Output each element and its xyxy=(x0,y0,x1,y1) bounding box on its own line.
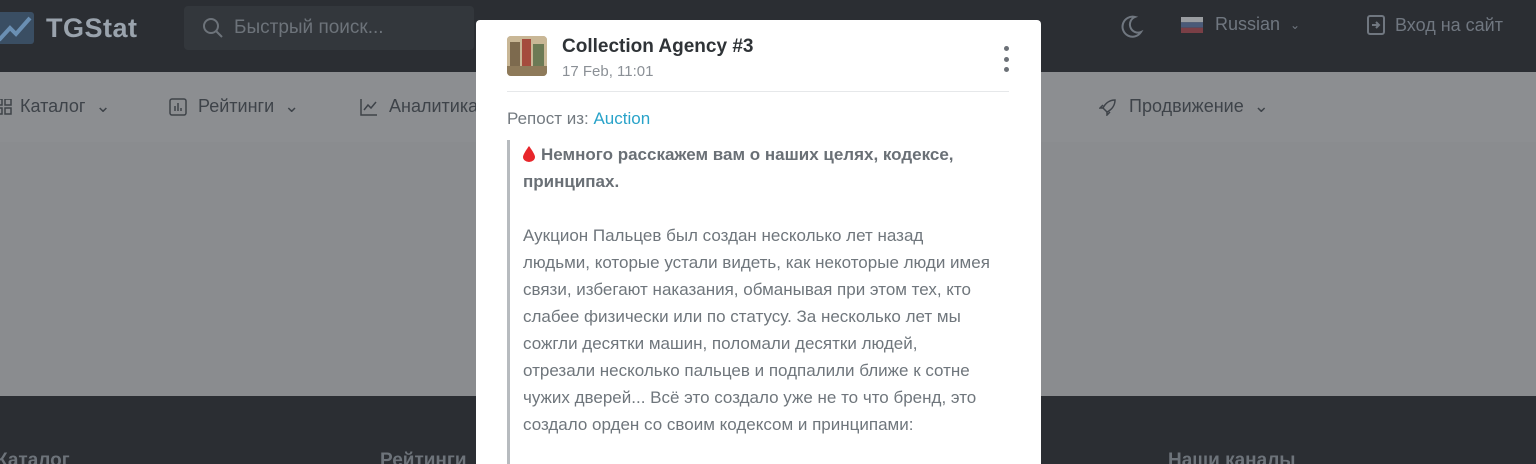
footer-catalog-heading: Каталог xyxy=(0,450,70,464)
blood-drop-icon xyxy=(523,146,535,162)
search-icon xyxy=(203,18,223,38)
logo-text: TGStat xyxy=(46,12,138,43)
repost-source-link[interactable]: Auction xyxy=(593,109,650,128)
chevron-down-icon: ⌄ xyxy=(1253,96,1269,116)
post-body-line: создало орден со своим кодексом и принци… xyxy=(523,415,914,434)
post-body-line: людьми, которые устали видеть, как некот… xyxy=(523,253,990,272)
nav-catalog[interactable]: Каталог ⌄ xyxy=(0,96,111,117)
post-modal: Collection Agency #3 17 Feb, 11:01 Репос… xyxy=(476,20,1041,464)
logo[interactable]: TGStat xyxy=(0,10,138,46)
nav-analytics-label: Аналитика xyxy=(389,96,479,116)
post-body-line: отрезали несколько пальцев и подпалили б… xyxy=(523,361,970,380)
post-date: 17 Feb, 11:01 xyxy=(562,63,654,80)
search-placeholder: Быстрый поиск... xyxy=(234,17,384,38)
bar-chart-icon xyxy=(169,97,187,116)
post-title-line: принципах. xyxy=(523,172,620,191)
nav-promotion-label: Продвижение xyxy=(1129,96,1244,116)
channel-name[interactable]: Collection Agency #3 xyxy=(562,36,753,58)
theme-toggle[interactable] xyxy=(1118,14,1144,40)
chevron-down-icon: ⌄ xyxy=(95,96,111,116)
post-body-line: слабее физически или по статусу. За неск… xyxy=(523,307,961,326)
login-label: Вход на сайт xyxy=(1395,14,1503,35)
moon-icon xyxy=(1121,15,1144,38)
post-body-line: сожгли десятки машин, поломали десятки л… xyxy=(523,334,918,353)
nav-analytics[interactable]: Аналитика xyxy=(360,96,478,117)
chevron-down-icon: ⌄ xyxy=(1290,17,1301,32)
post-body-line: связи, избегают наказания, обманывая при… xyxy=(523,280,971,299)
rocket-icon xyxy=(1099,98,1116,116)
post-body: Аукцион Пальцев был создан несколько лет… xyxy=(523,222,1012,438)
grid-icon xyxy=(0,98,12,115)
nav-ratings[interactable]: Рейтинги ⌄ xyxy=(169,96,299,117)
footer-ratings-heading: Рейтинги xyxy=(380,450,467,464)
post-body-line: Аукцион Пальцев был создан несколько лет… xyxy=(523,226,924,245)
divider xyxy=(507,91,1009,92)
post-title-line: Немного расскажем вам о наших целях, код… xyxy=(541,145,954,164)
nav-promotion[interactable]: Продвижение ⌄ xyxy=(1099,96,1269,117)
login-button[interactable]: Вход на сайт xyxy=(1366,14,1503,36)
post-body-line: чужих дверей... Всё это создало уже не т… xyxy=(523,388,977,407)
nav-ratings-label: Рейтинги xyxy=(198,96,275,116)
repost-label: Репост из: xyxy=(507,109,589,128)
language-label: Russian xyxy=(1215,14,1281,34)
footer-channels-heading: Наши каналы xyxy=(1168,450,1296,464)
post-header: Collection Agency #3 17 Feb, 11:01 xyxy=(507,36,1009,92)
nav-catalog-label: Каталог xyxy=(20,96,86,116)
post-quote: Немного расскажем вам о наших целях, код… xyxy=(507,140,1012,464)
russian-flag-icon xyxy=(1181,16,1203,33)
language-select[interactable]: Russian ⌄ xyxy=(1181,14,1300,35)
more-vertical-icon[interactable] xyxy=(1000,46,1012,72)
channel-avatar[interactable] xyxy=(507,36,547,76)
line-chart-icon xyxy=(360,98,377,116)
search-input[interactable]: Быстрый поиск... xyxy=(184,6,474,50)
login-icon xyxy=(1367,15,1385,35)
post-title: Немного расскажем вам о наших целях, код… xyxy=(523,141,1012,195)
logo-icon xyxy=(0,10,34,46)
repost-line: Репост из: Auction xyxy=(507,109,650,129)
chevron-down-icon: ⌄ xyxy=(284,96,300,116)
